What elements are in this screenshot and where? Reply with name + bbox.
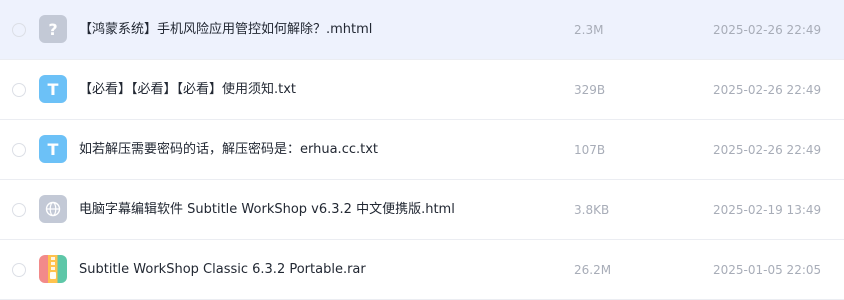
- globe-icon: [45, 201, 61, 217]
- file-size: 3.8KB: [574, 203, 610, 217]
- file-size: 107B: [574, 143, 606, 157]
- file-name[interactable]: 【鸿蒙系统】手机风险应用管控如何解除？.mhtml: [79, 0, 372, 60]
- file-date: 2025-02-26 22:49: [713, 143, 822, 157]
- row-checkbox[interactable]: [12, 263, 26, 277]
- file-row[interactable]: T 【必看】【必看】【必看】使用须知.txt 329B 2025-02-26 2…: [0, 60, 844, 120]
- file-name[interactable]: Subtitle WorkShop Classic 6.3.2 Portable…: [79, 240, 366, 300]
- file-name[interactable]: 电脑字幕编辑软件 Subtitle WorkShop v6.3.2 中文便携版.…: [79, 180, 455, 240]
- file-row[interactable]: 电脑字幕编辑软件 Subtitle WorkShop v6.3.2 中文便携版.…: [0, 180, 844, 240]
- file-size: 2.3M: [574, 23, 604, 37]
- file-date: 2025-01-05 22:05: [713, 263, 822, 277]
- html-file-icon: [39, 195, 67, 223]
- row-checkbox[interactable]: [12, 23, 26, 37]
- file-size: 329B: [574, 83, 606, 97]
- file-date: 2025-02-26 22:49: [713, 83, 822, 97]
- row-checkbox[interactable]: [12, 203, 26, 217]
- file-date: 2025-02-26 22:49: [713, 23, 822, 37]
- txt-file-icon: T: [39, 135, 67, 163]
- file-row[interactable]: T 如若解压需要密码的话，解压密码是：erhua.cc.txt 107B 202…: [0, 120, 844, 180]
- file-row[interactable]: Subtitle WorkShop Classic 6.3.2 Portable…: [0, 240, 844, 300]
- zipper-icon: [50, 257, 56, 279]
- file-date: 2025-02-19 13:49: [713, 203, 822, 217]
- row-checkbox[interactable]: [12, 83, 26, 97]
- file-name[interactable]: 【必看】【必看】【必看】使用须知.txt: [79, 60, 296, 120]
- file-row[interactable]: ? 【鸿蒙系统】手机风险应用管控如何解除？.mhtml 2.3M 2025-02…: [0, 0, 844, 60]
- file-list: ? 【鸿蒙系统】手机风险应用管控如何解除？.mhtml 2.3M 2025-02…: [0, 0, 844, 300]
- file-size: 26.2M: [574, 263, 612, 277]
- txt-file-icon: T: [39, 75, 67, 103]
- row-checkbox[interactable]: [12, 143, 26, 157]
- unknown-file-icon: ?: [39, 15, 67, 43]
- file-name[interactable]: 如若解压需要密码的话，解压密码是：erhua.cc.txt: [79, 120, 378, 180]
- rar-archive-icon: [39, 255, 67, 283]
